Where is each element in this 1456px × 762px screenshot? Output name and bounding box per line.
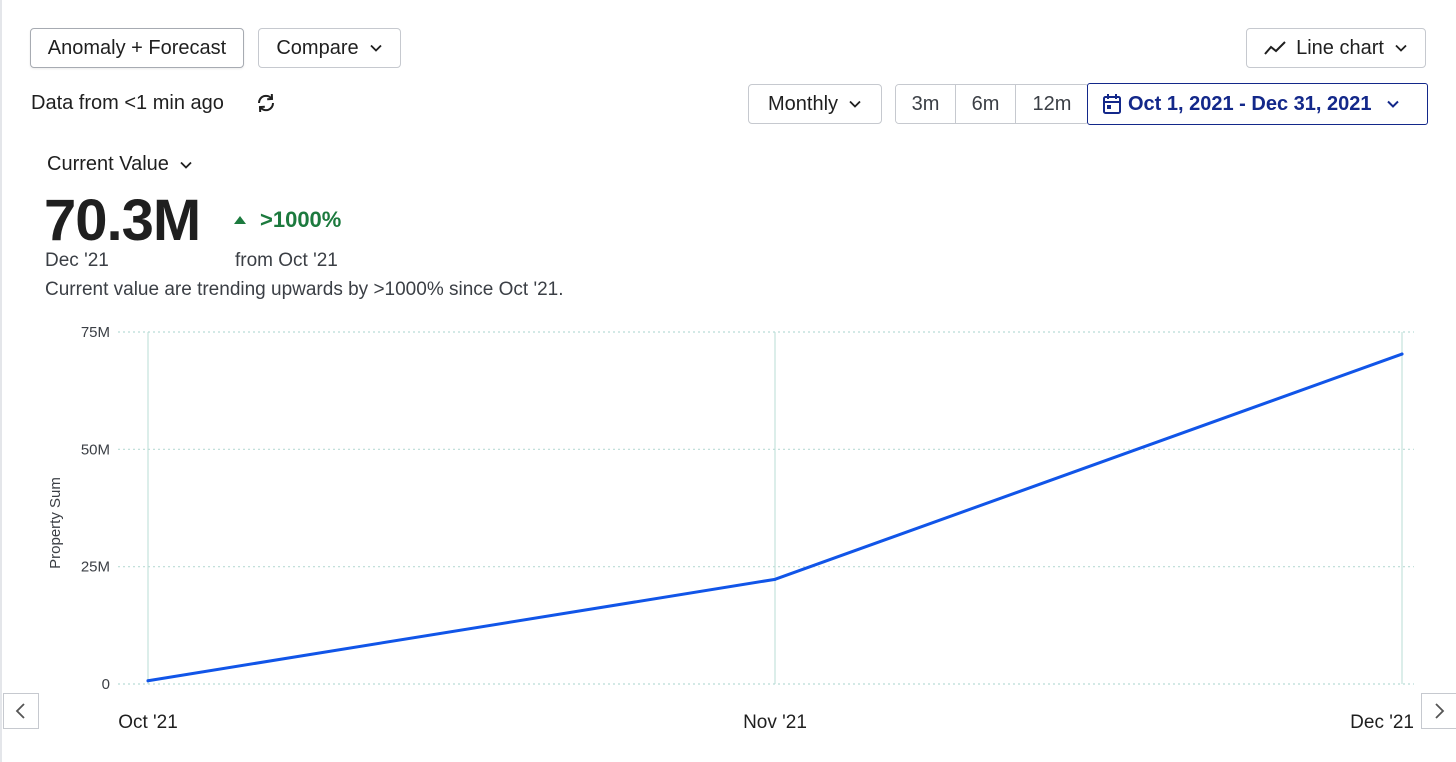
data-freshness-text: Data from <1 min ago	[31, 92, 224, 114]
anomaly-forecast-label: Anomaly + Forecast	[47, 36, 227, 59]
range-option-12m[interactable]: 12m	[1016, 85, 1088, 123]
compare-label: Compare	[276, 36, 359, 59]
y-tick-label: 75M	[81, 324, 110, 341]
calendar-icon	[1102, 93, 1122, 115]
range-option-6m[interactable]: 6m	[956, 85, 1016, 123]
chart-type-dropdown[interactable]: Line chart	[1246, 28, 1426, 68]
x-tick-label: Nov '21	[743, 712, 807, 733]
change-percent: >1000%	[260, 207, 342, 232]
range-option-3m[interactable]: 3m	[896, 85, 956, 123]
chevron-left-icon	[15, 703, 25, 719]
data-point	[1400, 352, 1404, 356]
refresh-icon[interactable]	[254, 91, 278, 115]
line-chart-icon	[1264, 40, 1286, 56]
chart-type-label: Line chart	[1296, 36, 1384, 59]
interval-dropdown[interactable]: Monthly	[748, 84, 882, 124]
data-point	[773, 577, 777, 581]
metric-selector-label: Current Value	[47, 153, 169, 175]
y-axis-label: Property Sum	[47, 477, 64, 569]
change-indicator: >1000%	[233, 207, 341, 233]
trend-summary: Current value are trending upwards by >1…	[45, 279, 564, 300]
y-tick-label: 25M	[81, 559, 110, 576]
date-range-picker[interactable]: Oct 1, 2021 - Dec 31, 2021	[1087, 83, 1428, 125]
current-value: 70.3M	[44, 188, 201, 253]
chevron-right-icon	[1435, 703, 1445, 719]
chevron-down-icon	[179, 158, 193, 172]
x-tick-label: Dec '21	[1350, 712, 1414, 733]
line-chart: 0 25M 50M 75M Oct '21 Nov '21 Dec '21 Property …	[47, 324, 1414, 733]
x-tick-label: Oct '21	[118, 712, 178, 733]
chevron-down-icon	[1386, 97, 1400, 111]
anomaly-forecast-button[interactable]: Anomaly + Forecast	[30, 28, 244, 68]
range-segmented-control: 3m 6m 12m	[895, 84, 1089, 124]
interval-label: Monthly	[767, 92, 839, 115]
compare-dropdown[interactable]: Compare	[258, 28, 401, 68]
current-value-period: Dec '21	[45, 250, 109, 271]
chevron-down-icon	[848, 97, 862, 111]
change-baseline: from Oct '21	[235, 250, 338, 271]
scroll-right-button[interactable]	[1421, 693, 1456, 729]
chevron-down-icon	[1394, 41, 1408, 55]
scroll-left-button[interactable]	[3, 693, 39, 729]
y-tick-label: 0	[102, 676, 110, 693]
triangle-up-icon	[233, 215, 247, 225]
date-range-label: Oct 1, 2021 - Dec 31, 2021	[1128, 92, 1372, 115]
y-tick-label: 50M	[81, 441, 110, 458]
metric-selector-dropdown[interactable]: Current Value	[47, 153, 193, 176]
data-point	[146, 679, 150, 683]
chevron-down-icon	[369, 41, 383, 55]
